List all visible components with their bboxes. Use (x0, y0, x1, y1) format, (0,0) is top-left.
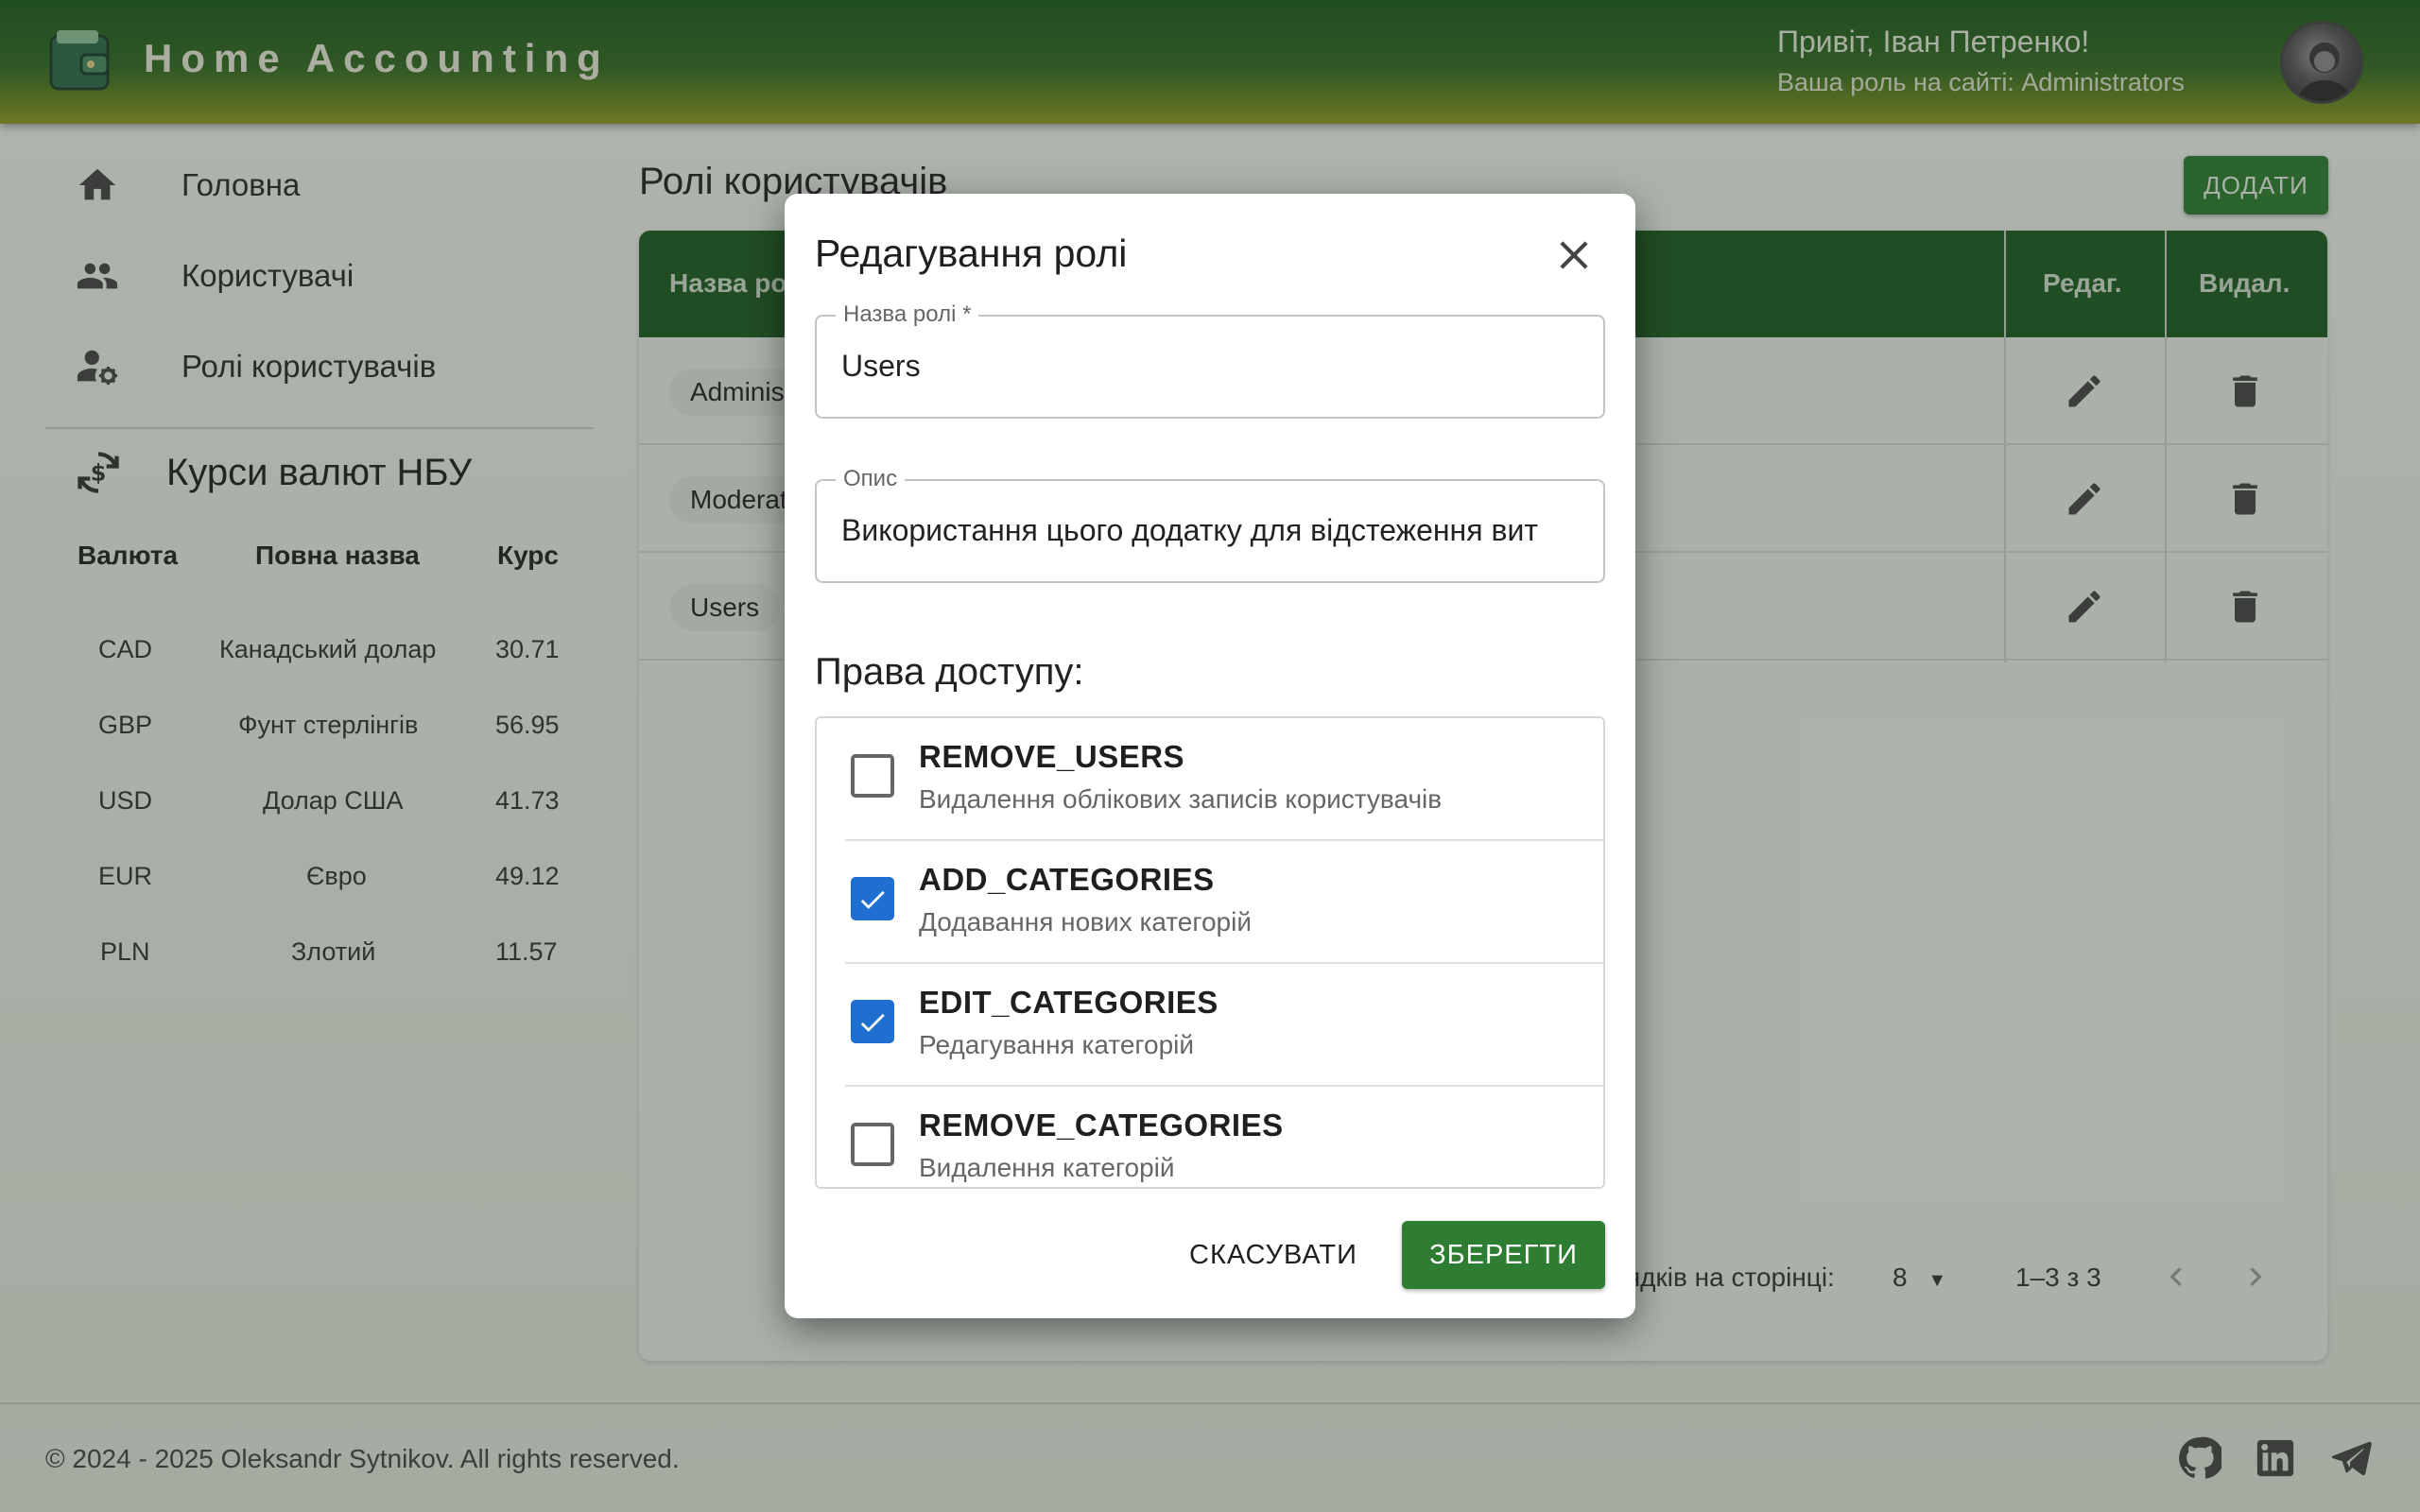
permission-item[interactable]: ADD_CATEGORIES Додавання нових категорій (845, 841, 1603, 964)
permission-description: Видалення облікових записів користувачів (919, 784, 1443, 814)
permission-item[interactable]: REMOVE_USERS Видалення облікових записів… (845, 718, 1603, 841)
permission-name: EDIT_CATEGORIES (919, 985, 1219, 1020)
save-button[interactable]: ЗБЕРЕГТИ (1402, 1221, 1605, 1289)
edit-role-dialog: Редагування ролі Назва ролі * Users Опис… (785, 194, 1635, 1318)
permission-checkbox[interactable] (851, 1123, 894, 1166)
description-field[interactable]: Опис Використання цього додатку для відс… (815, 466, 1605, 583)
role-name-input[interactable]: Users (841, 349, 1579, 384)
permission-checkbox[interactable] (851, 754, 894, 798)
checkmark-icon (860, 890, 885, 909)
description-label: Опис (836, 466, 906, 492)
role-name-field[interactable]: Назва ролі * Users (815, 301, 1605, 419)
permission-description: Редагування категорій (919, 1030, 1195, 1059)
permission-description: Додавання нових категорій (919, 907, 1252, 936)
permission-name: REMOVE_USERS (919, 739, 1185, 774)
permission-checkbox[interactable] (851, 1000, 894, 1043)
role-name-label: Назва ролі * (836, 301, 979, 328)
permission-name: ADD_CATEGORIES (919, 862, 1215, 897)
close-icon[interactable] (1550, 232, 1598, 279)
permission-item[interactable]: REMOVE_CATEGORIES Видалення категорій (845, 1087, 1603, 1187)
description-input[interactable]: Використання цього додатку для відстежен… (841, 513, 1579, 548)
permissions-list[interactable]: REMOVE_USERS Видалення облікових записів… (815, 716, 1605, 1189)
checkmark-icon (860, 1013, 885, 1032)
dialog-title: Редагування ролі (815, 232, 1128, 275)
cancel-button[interactable]: СКАСУВАТИ (1174, 1221, 1373, 1289)
permissions-title: Права доступу: (815, 651, 1084, 693)
permission-checkbox[interactable] (851, 877, 894, 920)
permission-item[interactable]: EDIT_CATEGORIES Редагування категорій (845, 964, 1603, 1087)
permission-name: REMOVE_CATEGORIES (919, 1108, 1284, 1143)
permission-description: Видалення категорій (919, 1153, 1175, 1182)
